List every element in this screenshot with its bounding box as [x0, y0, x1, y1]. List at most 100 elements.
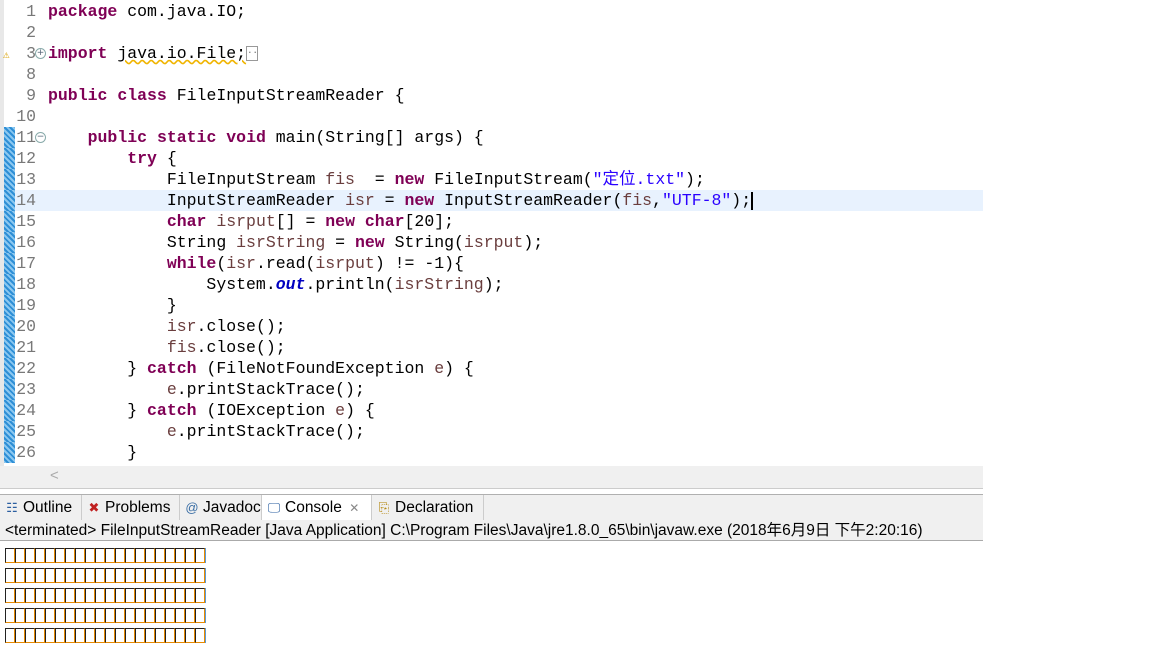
line-number: 2 [26, 23, 36, 42]
tab-label: Outline [23, 499, 73, 516]
code-editor[interactable]: 1 package com.java.IO; 2 ⚠ 3 + import java.io.… [0, 0, 984, 466]
missing-glyph-box [85, 547, 95, 563]
code-line[interactable]: 1 package com.java.IO; [0, 1, 983, 22]
code-text: } [48, 295, 177, 316]
missing-glyph-box [75, 547, 85, 563]
code-text: } catch (FileNotFoundException e) { [48, 358, 474, 379]
code-text: } [48, 442, 137, 463]
code-line[interactable]: 15 char isrput[] = new char[20]; [0, 211, 983, 232]
missing-glyph-box [65, 547, 75, 563]
close-icon[interactable]: ✕ [346, 501, 359, 515]
missing-glyph-box [175, 547, 185, 563]
missing-glyph-box [185, 627, 195, 643]
missing-glyph-box [125, 607, 135, 623]
missing-glyph-box [135, 627, 145, 643]
missing-glyph-box [155, 547, 165, 563]
code-token: isr [166, 317, 197, 336]
missing-glyph-box [85, 607, 95, 623]
missing-glyph-box [105, 547, 115, 563]
missing-glyph-box [105, 587, 115, 603]
tab-problems[interactable]: ✖ Problems [82, 495, 180, 520]
console-output-line [5, 564, 205, 585]
code-line[interactable]: 25 e.printStackTrace(); [0, 421, 983, 442]
code-line[interactable]: 16 String isrString = new String(isrput)… [0, 232, 983, 253]
code-line[interactable]: 14 InputStreamReader isr = new InputStre… [0, 190, 983, 211]
code-token: [20]; [404, 212, 455, 231]
horizontal-scrollbar[interactable]: < [0, 466, 983, 489]
line-number: 20 [16, 317, 36, 336]
code-token: new [394, 170, 425, 189]
code-token: import [48, 44, 108, 63]
code-line[interactable]: 24 } catch (IOException e) { [0, 400, 983, 421]
code-text: public static void main(String[] args) { [48, 127, 484, 148]
code-text: char isrput[] = new char[20]; [48, 211, 454, 232]
code-line[interactable]: 20 isr.close(); [0, 316, 983, 337]
code-line[interactable]: 12 try { [0, 148, 983, 169]
code-line[interactable]: 18 System.out.println(isrString); [0, 274, 983, 295]
code-line[interactable]: 26 } [0, 442, 983, 463]
code-token: fis [622, 191, 653, 210]
expand-fold-icon[interactable]: + [35, 48, 46, 59]
code-token: char [364, 212, 405, 231]
code-token: fis [166, 338, 197, 357]
code-line[interactable]: 10 [0, 106, 983, 127]
code-line[interactable]: 21 fis.close(); [0, 337, 983, 358]
missing-glyph-box [5, 587, 15, 603]
code-line[interactable]: 22 } catch (FileNotFoundException e) { [0, 358, 983, 379]
missing-glyph-box [25, 567, 35, 583]
tab-outline[interactable]: ☷ Outline [0, 495, 82, 520]
missing-glyph-box [45, 547, 55, 563]
collapse-fold-icon[interactable]: − [35, 132, 46, 143]
code-token: fis [325, 170, 355, 189]
code-token: [] = [275, 212, 326, 231]
code-line[interactable]: ⚠ 3 + import java.io.File;.. [0, 43, 983, 64]
missing-glyph-box [195, 587, 205, 603]
missing-glyph-box [165, 627, 175, 643]
console-header: <terminated> FileInputStreamReader [Java… [0, 520, 983, 541]
code-line[interactable]: 23 e.printStackTrace(); [0, 379, 983, 400]
missing-glyph-box [35, 587, 45, 603]
console-icon: 🖵 [267, 500, 281, 515]
missing-glyph-box [65, 567, 75, 583]
code-token: } [48, 401, 148, 420]
code-token: try [127, 149, 157, 168]
code-token: new [404, 191, 435, 210]
code-line[interactable]: 19 } [0, 295, 983, 316]
missing-glyph-box [185, 547, 195, 563]
code-token: out [275, 275, 306, 294]
console-output-line [5, 544, 205, 565]
line-number: 21 [16, 338, 36, 357]
line-number: 24 [16, 401, 36, 420]
code-token: public [87, 128, 148, 147]
missing-glyph-box [155, 607, 165, 623]
code-token: while [166, 254, 217, 273]
code-line[interactable]: 8 [0, 64, 983, 85]
missing-glyph-box [95, 627, 105, 643]
tab-label: Console [285, 499, 342, 516]
missing-glyph-box [55, 607, 65, 623]
code-line[interactable]: 13 FileInputStream fis = new FileInputSt… [0, 169, 983, 190]
code-line[interactable]: 11− public static void main(String[] arg… [0, 127, 983, 148]
code-token: catch [147, 401, 197, 420]
tab-declaration[interactable]: ⎘ Declaration [372, 495, 484, 520]
tab-javadoc[interactable]: @ Javadoc [180, 495, 262, 520]
code-text: package com.java.IO; [48, 1, 246, 22]
code-token: isr [226, 254, 256, 273]
collapsed-code-icon[interactable]: .. [246, 46, 259, 62]
text-caret [751, 191, 754, 210]
missing-glyph-box [85, 567, 95, 583]
code-token: } [48, 443, 138, 462]
code-line[interactable]: 2 [0, 22, 983, 43]
code-token: ( [216, 254, 227, 273]
missing-glyph-box [25, 627, 35, 643]
scroll-left-icon[interactable]: < [50, 467, 59, 484]
code-line[interactable]: 17 while(isr.read(isrput) != -1){ [0, 253, 983, 274]
missing-glyph-box [145, 587, 155, 603]
missing-glyph-box [145, 567, 155, 583]
tab-console[interactable]: 🖵 Console ✕ [262, 495, 372, 520]
code-line[interactable]: 9 public class FileInputStreamReader { [0, 85, 983, 106]
code-text: try { [48, 148, 177, 169]
missing-glyph-box [115, 627, 125, 643]
